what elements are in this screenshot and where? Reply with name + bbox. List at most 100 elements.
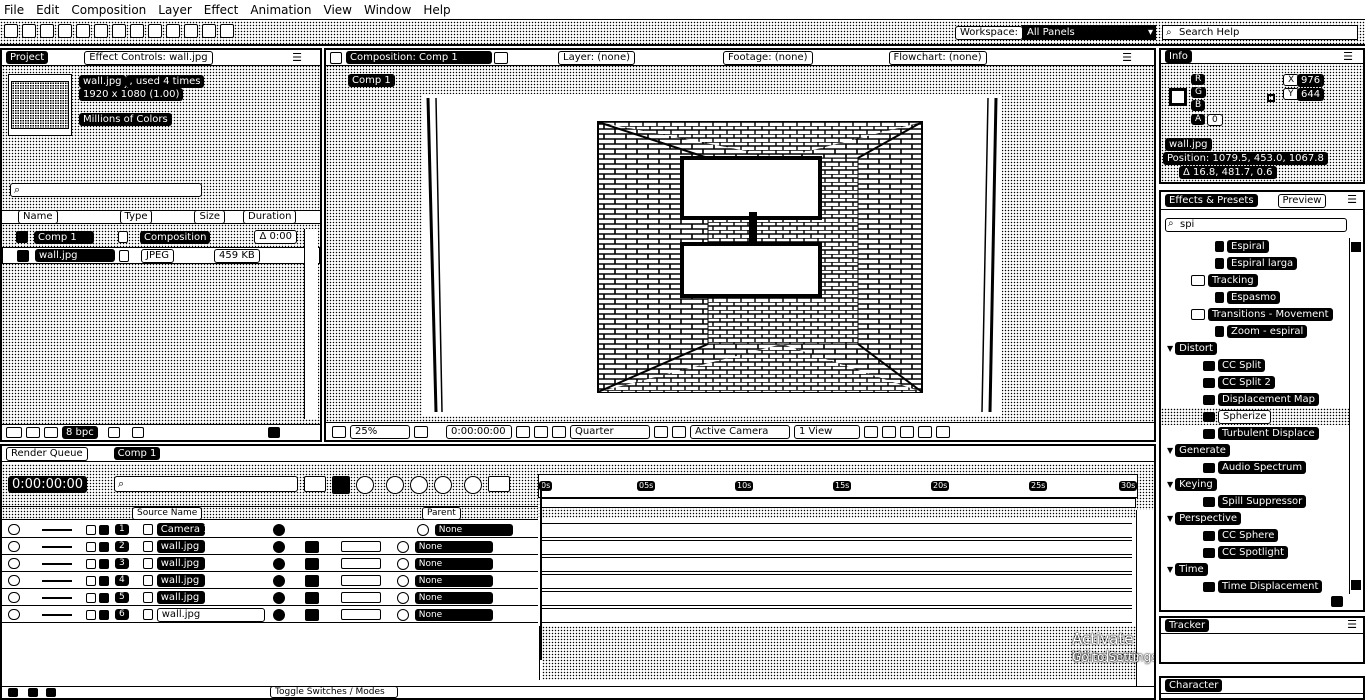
three-d-layer-icon[interactable]: [340, 592, 381, 603]
audio-solo-lock-switches[interactable]: [42, 528, 72, 531]
effects-tree-item[interactable]: Tracking: [1161, 272, 1349, 289]
fast-previews-icon[interactable]: [882, 425, 896, 438]
brainstorm-icon[interactable]: [434, 476, 452, 494]
panel-menu-icon[interactable]: ☰: [292, 51, 302, 64]
project-search-input[interactable]: ⌕: [10, 183, 202, 197]
visibility-eye-icon[interactable]: [8, 575, 20, 586]
visibility-eye-icon[interactable]: [8, 592, 20, 603]
effects-tree-item[interactable]: Time Displacement: [1161, 578, 1349, 595]
search-help-input[interactable]: ⌕ Search Help: [1162, 25, 1358, 40]
rotate-tool-icon[interactable]: [58, 24, 72, 38]
views-dropdown[interactable]: 1 View: [794, 424, 860, 439]
effects-tree-item[interactable]: Turbulent Displace: [1161, 425, 1349, 442]
workspace-dropdown[interactable]: All Panels ▾: [1022, 25, 1156, 40]
draft-3d-icon[interactable]: [356, 476, 374, 494]
menu-item[interactable]: Effect: [204, 3, 239, 17]
tab-effect-controls[interactable]: Effect Controls: wall.jpg: [84, 50, 213, 65]
layer-source-name[interactable]: wall.jpg: [156, 574, 205, 587]
label-color-icon[interactable]: [99, 575, 109, 586]
quality-icon[interactable]: [304, 608, 319, 621]
project-item-selected[interactable]: wall.jpg JPEG 459 KB: [2, 247, 320, 264]
parent-dropdown[interactable]: None: [434, 523, 513, 536]
layer-source-name[interactable]: wall.jpg: [156, 591, 205, 604]
effects-tree-item[interactable]: ▼ Perspective: [1161, 510, 1349, 527]
shy-icon[interactable]: [272, 540, 285, 553]
layer-row[interactable]: 1 Camera 1 None: [2, 522, 538, 538]
expand-switches-icon[interactable]: [8, 688, 18, 697]
menu-item[interactable]: Animation: [250, 3, 311, 17]
motion-blur-icon[interactable]: [410, 476, 428, 494]
show-snapshot-icon[interactable]: [534, 425, 548, 438]
expand-layer-icon[interactable]: [86, 524, 96, 535]
toggle-pixel-icon[interactable]: [864, 425, 878, 438]
layer-duration-bar[interactable]: [542, 574, 1132, 589]
tab-info[interactable]: Info: [1165, 50, 1192, 63]
effects-search-input[interactable]: ⌕ spi: [1165, 218, 1347, 232]
visibility-eye-icon[interactable]: [8, 558, 20, 569]
parent-pick-whip-icon[interactable]: [396, 574, 409, 587]
color-channel-icon[interactable]: [552, 425, 566, 438]
expand-layer-icon[interactable]: [86, 558, 96, 569]
shy-icon[interactable]: [272, 557, 285, 570]
effects-tree-item[interactable]: Zoom - espiral: [1161, 323, 1349, 340]
composition-canvas[interactable]: [422, 94, 1002, 416]
visibility-eye-icon[interactable]: [8, 541, 20, 552]
transparency-grid-icon[interactable]: [672, 425, 686, 438]
shy-icon[interactable]: [272, 591, 285, 604]
always-preview-icon[interactable]: [332, 425, 346, 438]
project-scrollbar[interactable]: [304, 229, 318, 419]
text-tool-icon[interactable]: [148, 24, 162, 38]
effects-scrollbar[interactable]: [1349, 238, 1363, 594]
col-parent[interactable]: Parent: [422, 507, 461, 520]
shy-icon[interactable]: [272, 608, 285, 621]
menu-item[interactable]: File: [4, 3, 24, 17]
effects-tree-item[interactable]: Transitions - Movement: [1161, 306, 1349, 323]
pen-tool-icon[interactable]: [130, 24, 144, 38]
effects-tree-item[interactable]: CC Spotlight: [1161, 544, 1349, 561]
audio-solo-lock-switches[interactable]: [42, 596, 72, 599]
tab-render-queue[interactable]: Render Queue: [6, 446, 88, 461]
pan-behind-tool-icon[interactable]: [94, 24, 108, 38]
layer-duration-bar[interactable]: [542, 608, 1132, 623]
camera-tool-icon[interactable]: [76, 24, 90, 38]
layer-duration-bar[interactable]: [542, 540, 1132, 555]
expand-layer-icon[interactable]: [86, 575, 96, 586]
effects-tree-item[interactable]: Espiral: [1161, 238, 1349, 255]
panel-menu-icon[interactable]: ☰: [1347, 193, 1357, 206]
frame-blending-icon[interactable]: [386, 476, 404, 494]
three-d-layer-icon[interactable]: [340, 541, 381, 552]
flowchart-icon[interactable]: [131, 427, 144, 438]
toggle-switches-modes-button[interactable]: Toggle Switches / Modes: [270, 686, 398, 698]
timeline-scrollbar[interactable]: [1136, 510, 1154, 694]
panel-menu-icon[interactable]: ☰: [1343, 50, 1353, 63]
bit-depth-button[interactable]: 8 bpc: [62, 426, 98, 439]
trash-icon[interactable]: [107, 427, 120, 438]
col-duration[interactable]: Duration: [243, 210, 297, 224]
chevron-down-icon[interactable]: [494, 51, 508, 64]
time-ruler[interactable]: 0s 05s 10s 15s 20s 25s 30s: [538, 474, 1138, 498]
label-color-icon[interactable]: [99, 524, 109, 535]
quality-icon[interactable]: [304, 557, 319, 570]
effects-tree-item[interactable]: ▼ Distort: [1161, 340, 1349, 357]
layer-duration-bar[interactable]: [542, 523, 1132, 538]
interpret-footage-icon[interactable]: [6, 427, 22, 438]
layer-source-name[interactable]: wall.jpg: [156, 607, 265, 622]
parent-pick-whip-icon[interactable]: [396, 591, 409, 604]
parent-dropdown[interactable]: None: [414, 557, 493, 570]
new-folder-icon[interactable]: [26, 427, 40, 438]
timecode-display[interactable]: 0:00:00:00: [446, 424, 512, 439]
effects-tree-item[interactable]: CC Split 2: [1161, 374, 1349, 391]
tab-preview[interactable]: Preview: [1277, 193, 1327, 208]
tab-project[interactable]: Project: [6, 51, 49, 64]
label-color-icon[interactable]: [99, 558, 109, 569]
comp-breadcrumb[interactable]: Comp 1: [348, 74, 395, 87]
tab-effects-presets[interactable]: Effects & Presets: [1165, 194, 1258, 207]
layer-row[interactable]: 6 wall.jpg None: [2, 607, 538, 623]
layer-row[interactable]: 3 wall.jpg None: [2, 556, 538, 572]
quality-icon[interactable]: [304, 591, 319, 604]
new-composition-icon[interactable]: [44, 427, 58, 438]
expand-layer-icon[interactable]: [86, 541, 96, 552]
expand-timing-icon[interactable]: [46, 688, 56, 697]
graph-editor-icon[interactable]: [464, 476, 482, 494]
effects-tree-item[interactable]: Spherize: [1161, 408, 1349, 425]
